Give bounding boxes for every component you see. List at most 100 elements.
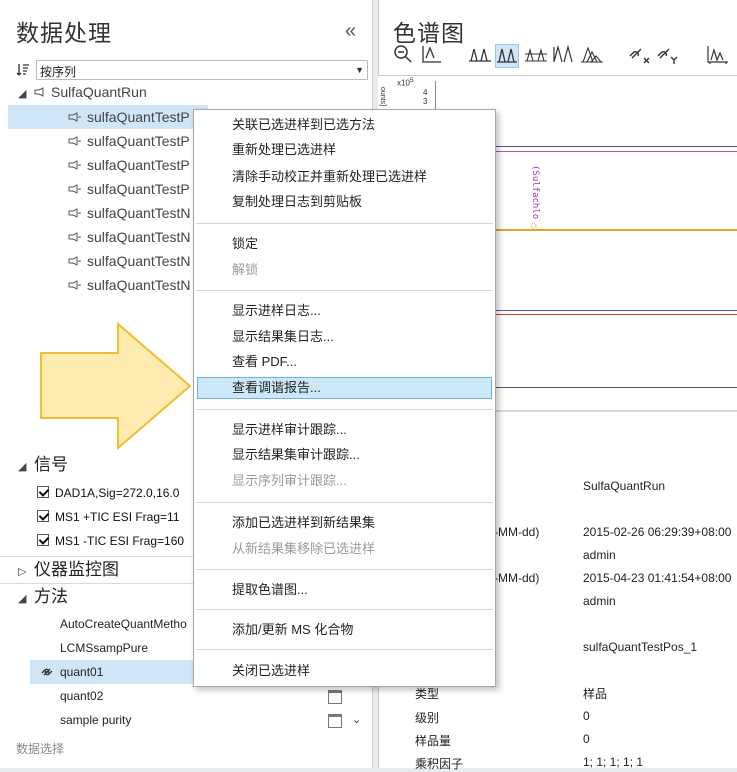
property-label: 样品量 (415, 734, 452, 748)
signal-row[interactable]: MS1 +TIC ESI Frag=11 (37, 506, 180, 528)
panel-title: 色谱图 (393, 20, 465, 46)
context-menu-item[interactable]: 显示结果集日志... (232, 326, 334, 348)
context-menu: 关联已选进样到已选方法 重新处理已选进样清除手动校正并重新处理已选进样 复制处理日志… (193, 109, 496, 687)
y-scale-label: x105 (397, 77, 414, 88)
sort-row: 按序列 ▼ (14, 60, 368, 80)
context-menu-item[interactable]: 添加已选进样到新结果集 (232, 512, 375, 534)
property-value: SulfaQuantRun (583, 479, 666, 493)
y-tick-label: 4 (423, 88, 428, 97)
peak-marker: ◇ (530, 220, 537, 230)
overlay-peaks-icon[interactable] (468, 44, 492, 68)
expand-triangle-icon[interactable]: ▷ (18, 560, 34, 584)
tree-item-label: sulfaQuantTestP (87, 109, 190, 125)
property-value: admin (583, 548, 616, 562)
instrument-section-header[interactable]: ▷ 仪器监控图 (18, 558, 119, 582)
tree-item-injection[interactable]: sulfaQuantTestN (68, 249, 191, 273)
method-item[interactable]: AutoCreateQuantMetho (60, 612, 187, 636)
tree-item-label: sulfaQuantTestN (87, 253, 191, 269)
method-section-header[interactable]: ◢ 方法 (18, 585, 68, 609)
tree-item-injection[interactable]: sulfaQuantTestP (68, 129, 190, 153)
property-value: 0 (583, 709, 590, 723)
method-item[interactable]: quant02 (60, 684, 103, 708)
delete-method-icon[interactable] (328, 690, 342, 704)
signal-row[interactable]: MS1 -TIC ESI Frag=160 (37, 530, 184, 552)
tree-item-injection[interactable]: sulfaQuantTestP (68, 177, 190, 201)
tree-item-injection[interactable]: sulfaQuantTestP (68, 105, 190, 129)
run-icon (34, 87, 44, 97)
method-item[interactable]: LCMSsampPure (60, 636, 148, 660)
unlink-icon[interactable] (628, 44, 652, 68)
tree-item-label: sulfaQuantTestP (87, 133, 190, 149)
autoscale-icon[interactable] (420, 44, 444, 68)
zoom-icon[interactable] (391, 44, 415, 68)
context-menu-item[interactable]: 显示进样日志... (232, 300, 321, 322)
signal-row[interactable]: DAD1A,Sig=272.0,16.0 (37, 482, 179, 504)
signal-label: MS1 -TIC ESI Frag=160 (55, 534, 185, 548)
sort-dropdown-value: 按序列 (40, 65, 77, 79)
context-menu-item[interactable]: 查看 PDF... (232, 351, 297, 373)
signal-label: MS1 +TIC ESI Frag=11 (55, 510, 180, 524)
context-menu-item[interactable]: 关联已选进样到已选方法 (232, 114, 375, 136)
stacked-peaks-icon[interactable] (495, 44, 519, 68)
method-item[interactable]: sample purity (60, 708, 131, 732)
signal-checkbox[interactable] (37, 534, 49, 546)
injection-icon (68, 280, 81, 290)
property-label: 乘积因子 (415, 757, 464, 771)
menu-separator (196, 223, 493, 224)
context-menu-item[interactable]: 锁定 (232, 233, 258, 255)
property-value: 样品 (583, 687, 608, 701)
collapse-triangle-icon[interactable]: ◢ (18, 455, 34, 479)
context-menu-item[interactable]: 显示结果集审计跟踪... (232, 444, 360, 466)
injection-icon (68, 160, 81, 170)
injection-icon (68, 136, 81, 146)
chevron-down-icon: ▼ (355, 65, 364, 75)
context-menu-item[interactable]: 查看调谐报告... (232, 377, 321, 399)
context-menu-item[interactable]: 复制处理日志到剪贴板 (232, 191, 362, 213)
property-value: 1; 1; 1; 1; 1 (583, 755, 644, 769)
menu-separator (196, 569, 493, 570)
property-value: 2015-02-26 06:29:39+08:00 (583, 525, 732, 539)
delete-method-icon[interactable] (328, 714, 342, 728)
context-menu-item[interactable]: 重新处理已选进样 (232, 139, 336, 161)
signal-checkbox[interactable] (37, 510, 49, 522)
context-menu-item[interactable]: 清除手动校正并重新处理已选进样 (232, 166, 427, 188)
menu-separator (196, 649, 493, 650)
tree-root-label: SulfaQuantRun (51, 84, 147, 100)
injection-icon (68, 256, 81, 266)
tree-item-label: sulfaQuantTestN (87, 277, 191, 293)
signal-section-header[interactable]: ◢ 信号 (18, 453, 68, 477)
menu-separator (196, 290, 493, 291)
sort-dropdown[interactable]: 按序列 ▼ (36, 60, 368, 80)
tree-item-injection[interactable]: sulfaQuantTestN (68, 225, 191, 249)
signal-label: DAD1A,Sig=272.0,16.0 (55, 486, 180, 500)
collapse-panel-icon[interactable]: « (345, 20, 356, 43)
context-menu-item[interactable]: 提取色谱图... (232, 579, 308, 601)
tree-item-injection[interactable]: sulfaQuantTestN (68, 201, 191, 225)
separate-peaks-icon[interactable] (524, 44, 548, 68)
y-tick-label: 3 (423, 97, 428, 106)
report-icon[interactable] (706, 44, 730, 68)
method-item[interactable]: quant01 (60, 660, 103, 684)
tree-item-injection[interactable]: sulfaQuantTestN (68, 273, 191, 297)
signal-checkbox[interactable] (37, 486, 49, 498)
link-y-icon[interactable] (656, 44, 680, 68)
expand-triangle-icon[interactable]: ◢ (18, 82, 34, 106)
context-menu-item[interactable]: 关闭已选进样 (232, 660, 310, 682)
pointer-arrow (40, 321, 192, 451)
injection-icon (68, 184, 81, 194)
sort-icon (16, 64, 29, 76)
context-menu-item: 解锁 (232, 262, 259, 277)
menu-separator (196, 502, 493, 503)
tree-item-label: sulfaQuantTestN (87, 229, 191, 245)
tree-item-injection[interactable]: sulfaQuantTestP (68, 153, 190, 177)
normalize-peaks-icon[interactable] (552, 44, 576, 68)
property-label: 类型 (415, 687, 440, 701)
offset-peaks-icon[interactable] (580, 44, 604, 68)
context-menu-item[interactable]: 添加/更新 MS 化合物 (232, 619, 353, 641)
property-label: -MM-dd) (494, 571, 540, 585)
context-menu-item[interactable]: 显示进样审计跟踪... (232, 419, 347, 441)
scroll-down-icon[interactable]: ⌄ (352, 713, 361, 726)
property-label: 级别 (415, 711, 440, 725)
collapse-triangle-icon[interactable]: ◢ (18, 587, 34, 611)
tree-root[interactable]: ◢ SulfaQuantRun (18, 80, 147, 104)
